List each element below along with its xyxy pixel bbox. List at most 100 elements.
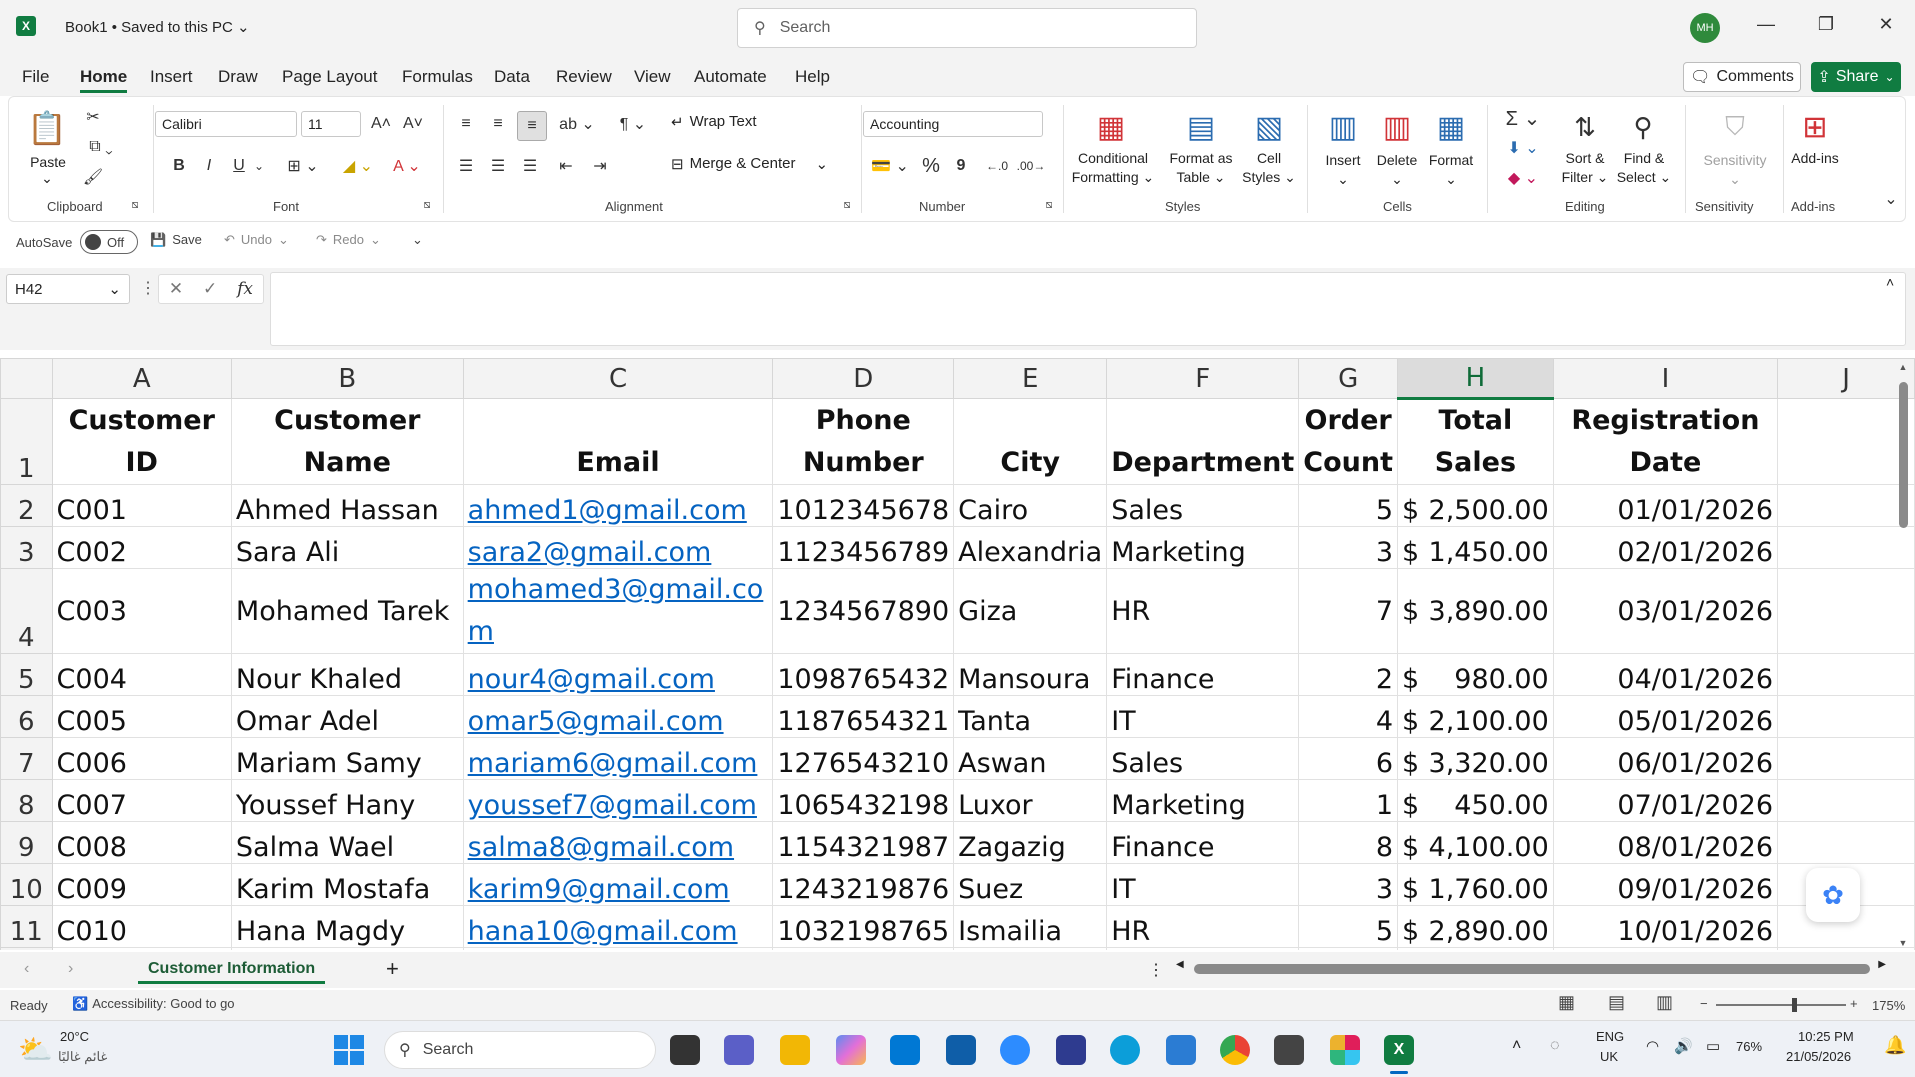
tab-home[interactable]: Home: [80, 67, 128, 93]
insert-cells-button[interactable]: Insert ⌄: [1315, 151, 1371, 189]
text-direction-icon[interactable]: ¶ ⌄: [613, 111, 653, 137]
font-color-icon[interactable]: A ⌄: [387, 153, 427, 179]
format-cells-icon[interactable]: ▦: [1429, 107, 1473, 147]
cell-email[interactable]: mariam6@gmail.com: [462, 737, 774, 780]
cell-name[interactable]: Mariam Samy: [230, 737, 464, 780]
cell-phone[interactable]: 1243219876: [772, 863, 955, 906]
column-header[interactable]: A: [51, 358, 232, 399]
task-view-icon[interactable]: [670, 1035, 700, 1065]
show-hidden-icons[interactable]: ˄: [1512, 1037, 1521, 1055]
cell-dept[interactable]: HR: [1106, 905, 1300, 948]
avatar[interactable]: MH: [1690, 13, 1720, 43]
empty-cell[interactable]: [1298, 947, 1398, 950]
cell-name[interactable]: Salma Wael: [230, 821, 464, 864]
page-break-view-icon[interactable]: ▥: [1656, 992, 1673, 1013]
cell-sales[interactable]: $2,100.00: [1397, 695, 1554, 738]
add-ins-icon[interactable]: ⊞: [1795, 107, 1835, 147]
zoom-slider[interactable]: [1716, 998, 1846, 1012]
align-right-icon[interactable]: ☰: [517, 153, 543, 179]
battery-icon[interactable]: ▭: [1706, 1037, 1720, 1055]
cell-id[interactable]: C001: [51, 484, 232, 527]
align-bottom-icon[interactable]: ≡: [517, 111, 547, 141]
cell-count[interactable]: 1: [1298, 779, 1398, 822]
cell-city[interactable]: Suez: [953, 863, 1108, 906]
header-cell[interactable]: Customer Name: [230, 398, 464, 485]
cell-count[interactable]: 8: [1298, 821, 1398, 864]
worksheet-grid[interactable]: A B C D E F G H I J 1 Customer ID Custom…: [0, 358, 1915, 950]
accessibility-status[interactable]: ♿ Accessibility: Good to go: [72, 996, 235, 1012]
cell-id[interactable]: C008: [51, 821, 232, 864]
italic-button[interactable]: I: [197, 153, 221, 179]
cell-date[interactable]: 06/01/2026: [1552, 737, 1779, 780]
conditional-formatting-icon[interactable]: ▦: [1089, 107, 1133, 147]
cell-dept[interactable]: Marketing: [1106, 526, 1300, 569]
cell-id[interactable]: C004: [51, 653, 232, 696]
empty-cell[interactable]: [772, 947, 955, 950]
cell-dept[interactable]: Finance: [1106, 653, 1300, 696]
taskbar-search[interactable]: ⚲ Search: [384, 1031, 656, 1069]
cell-dept[interactable]: IT: [1106, 863, 1300, 906]
wrap-text-button[interactable]: ↵ Wrap Text: [671, 113, 757, 131]
align-top-icon[interactable]: ≡: [453, 111, 479, 137]
scroll-thumb[interactable]: [1194, 964, 1870, 974]
scroll-thumb[interactable]: [1899, 382, 1908, 528]
cell-email[interactable]: nour4@gmail.com: [462, 653, 774, 696]
zoom-slider-thumb[interactable]: [1792, 998, 1797, 1012]
search-input[interactable]: ⚲ Search: [737, 8, 1197, 48]
cell-email[interactable]: hana10@gmail.com: [462, 905, 774, 948]
cell-count[interactable]: 5: [1298, 484, 1398, 527]
find-select-icon[interactable]: ⚲: [1623, 107, 1663, 147]
header-cell[interactable]: City: [953, 398, 1108, 485]
cell-dept[interactable]: IT: [1106, 695, 1300, 738]
zoom-level[interactable]: 175%: [1872, 998, 1905, 1013]
fill-icon[interactable]: ⬇ ⌄: [1499, 135, 1547, 161]
cell-phone[interactable]: 1032198765: [772, 905, 955, 948]
row-header[interactable]: 9: [0, 821, 53, 864]
dialog-launcher-icon[interactable]: ⧅: [127, 197, 143, 213]
borders-icon[interactable]: ⊞ ⌄: [281, 153, 325, 179]
close-icon[interactable]: ✕: [1866, 14, 1906, 35]
redo-button[interactable]: ↷ Redo ⌄: [316, 232, 381, 248]
format-as-table-icon[interactable]: ▤: [1179, 107, 1223, 147]
tab-draw[interactable]: Draw: [218, 67, 258, 87]
tab-page-layout[interactable]: Page Layout: [282, 67, 377, 87]
cell-sales[interactable]: $3,320.00: [1397, 737, 1554, 780]
page-layout-view-icon[interactable]: ▤: [1608, 992, 1625, 1013]
cell-dept[interactable]: Finance: [1106, 821, 1300, 864]
cell-city[interactable]: Cairo: [953, 484, 1108, 527]
row-header[interactable]: 11: [0, 905, 53, 948]
cancel-icon[interactable]: ✕: [169, 279, 183, 299]
teams-icon[interactable]: [724, 1035, 754, 1065]
tab-help[interactable]: Help: [795, 67, 830, 87]
find-select-button[interactable]: Find & Select ⌄: [1609, 149, 1679, 187]
cell-sales[interactable]: $4,100.00: [1397, 821, 1554, 864]
cell-date[interactable]: 03/01/2026: [1552, 568, 1779, 654]
header-cell[interactable]: Customer ID: [51, 398, 232, 485]
cell-sales[interactable]: $2,890.00: [1397, 905, 1554, 948]
cell-email[interactable]: salma8@gmail.com: [462, 821, 774, 864]
cell-styles-button[interactable]: Cell Styles ⌄: [1237, 149, 1301, 187]
chevron-down-icon[interactable]: ⌄: [251, 153, 267, 179]
cell-city[interactable]: Alexandria: [953, 526, 1108, 569]
weather-icon[interactable]: ⛅: [18, 1033, 53, 1066]
cell-id[interactable]: C003: [51, 568, 232, 654]
cell-sales[interactable]: $450.00: [1397, 779, 1554, 822]
clock-date[interactable]: 21/05/2026: [1786, 1049, 1851, 1064]
excel-taskbar-icon[interactable]: X: [1384, 1035, 1414, 1065]
header-cell[interactable]: Email: [462, 398, 774, 485]
empty-cell[interactable]: [1106, 947, 1300, 950]
sort-filter-icon[interactable]: ⇅: [1565, 107, 1605, 147]
empty-cell[interactable]: [462, 947, 774, 950]
cell-id[interactable]: C009: [51, 863, 232, 906]
slack-icon[interactable]: [1330, 1035, 1360, 1065]
delete-cells-button[interactable]: Delete ⌄: [1369, 151, 1425, 189]
align-center-icon[interactable]: ☰: [485, 153, 511, 179]
cell-phone[interactable]: 1276543210: [772, 737, 955, 780]
cell-name[interactable]: Youssef Hany: [230, 779, 464, 822]
merge-center-button[interactable]: ⊟ Merge & Center ⌄: [671, 155, 828, 173]
sort-filter-button[interactable]: Sort & Filter ⌄: [1553, 149, 1617, 187]
cell-city[interactable]: Luxor: [953, 779, 1108, 822]
file-explorer-icon[interactable]: [780, 1035, 810, 1065]
column-header[interactable]: G: [1298, 358, 1398, 399]
tab-data[interactable]: Data: [494, 67, 530, 87]
